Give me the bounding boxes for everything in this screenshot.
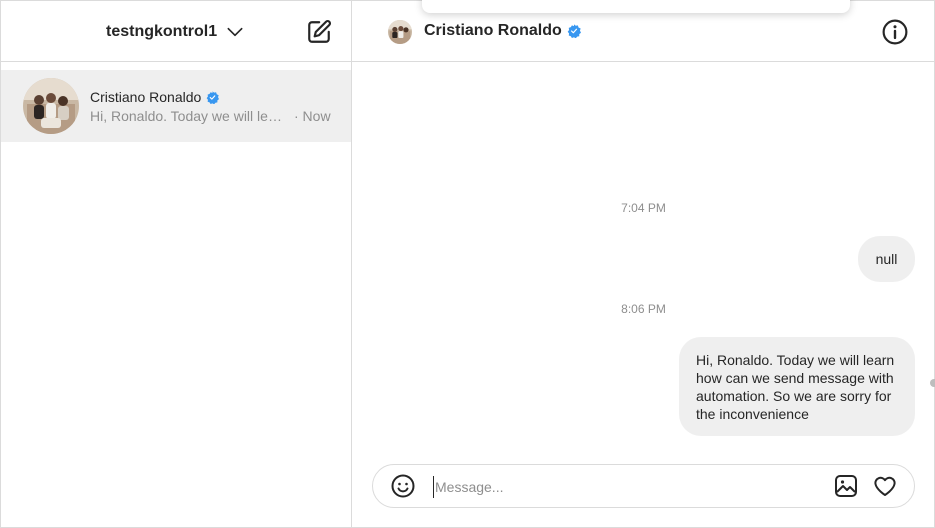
chevron-down-icon xyxy=(227,27,243,37)
inbox-header: testngkontrol1 xyxy=(1,1,351,62)
new-message-icon[interactable] xyxy=(306,19,332,45)
sent-message-bubble[interactable]: Hi, Ronaldo. Today we will learn how can… xyxy=(679,337,915,436)
verified-badge-icon xyxy=(567,24,581,38)
message-timestamp: 8:06 PM xyxy=(621,302,666,316)
conversation-pane: Cristiano Ronaldo 7:04 PM null 8:06 PM H… xyxy=(352,0,935,528)
thread-contact-name: Cristiano Ronaldo xyxy=(90,89,202,105)
verified-badge-icon xyxy=(206,90,220,104)
message-timestamp: 7:04 PM xyxy=(621,201,666,215)
header-avatar[interactable] xyxy=(388,20,412,44)
message-composer xyxy=(372,464,915,508)
heart-icon[interactable] xyxy=(873,474,897,498)
thread-preview-text: Hi, Ronaldo. Today we will learn how can… xyxy=(90,108,288,124)
account-switcher[interactable]: testngkontrol1 xyxy=(106,21,245,43)
inbox-sidebar: testngkontrol1 Cristiano Ronaldo Hi, Ron… xyxy=(1,1,352,528)
contact-avatar xyxy=(23,78,79,134)
conversation-header: Cristiano Ronaldo xyxy=(352,0,935,62)
thread-time: · Now xyxy=(294,108,331,124)
notification-toast xyxy=(422,0,850,13)
thread-preview-row: Hi, Ronaldo. Today we will learn how can… xyxy=(90,108,331,124)
app-window: testngkontrol1 Cristiano Ronaldo Hi, Ron… xyxy=(0,0,935,528)
info-icon[interactable] xyxy=(882,19,908,45)
sent-message-bubble[interactable]: null xyxy=(858,236,915,282)
chat-title-row[interactable]: Cristiano Ronaldo xyxy=(424,22,581,40)
image-icon[interactable] xyxy=(834,474,858,498)
chat-contact-name: Cristiano Ronaldo xyxy=(424,22,562,39)
avatar-photo xyxy=(388,20,412,44)
message-input[interactable] xyxy=(433,476,823,498)
avatar-photo xyxy=(23,78,79,134)
account-name: testngkontrol1 xyxy=(106,23,218,40)
scroll-handle[interactable] xyxy=(930,379,935,387)
thread-item[interactable]: Cristiano Ronaldo Hi, Ronaldo. Today we … xyxy=(1,70,351,142)
emoji-icon[interactable] xyxy=(391,474,415,498)
thread-name-row: Cristiano Ronaldo xyxy=(90,89,220,105)
